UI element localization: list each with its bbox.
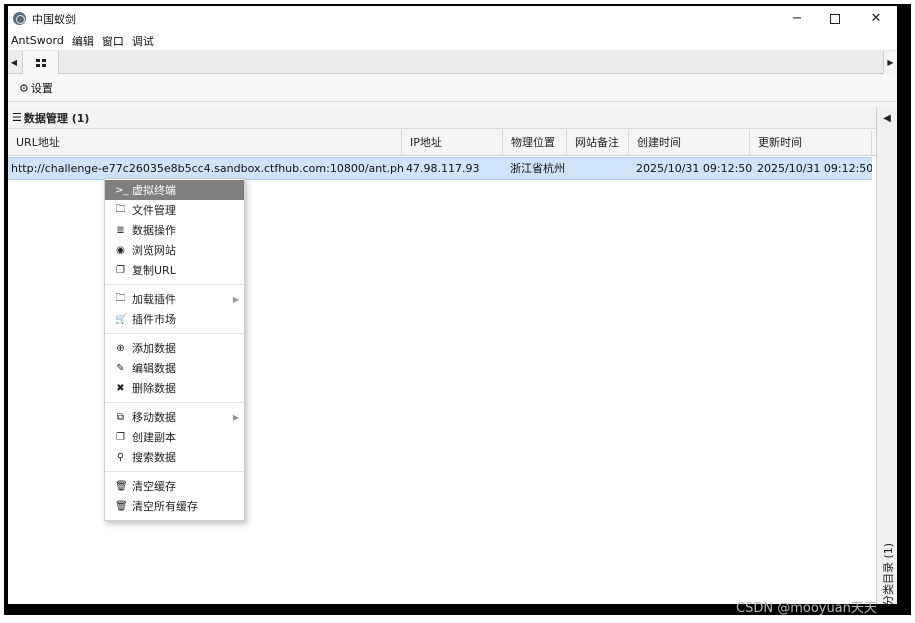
- menu-bar: AntSword 编辑 窗口 调试: [8, 31, 897, 51]
- data-management-header: ☰ 数据管理 (1): [8, 107, 876, 129]
- menu-item-edit-data[interactable]: ✎ 编辑数据: [105, 358, 244, 378]
- menu-separator: [105, 471, 244, 472]
- menu-item-search-data-label: 搜索数据: [132, 451, 176, 464]
- watermark: CSDN @mooyuan天天: [736, 601, 877, 616]
- maximize-icon: [830, 13, 840, 24]
- maximize-button[interactable]: [815, 6, 855, 31]
- cart-icon: 🛒: [115, 313, 128, 325]
- menu-item-clear-all-cache[interactable]: 🗑 清空所有缓存: [105, 496, 244, 516]
- column-header-note[interactable]: 网站备注: [567, 130, 629, 156]
- menu-separator: [105, 333, 244, 334]
- menu-item-terminal-label: 虚拟终端: [132, 184, 176, 197]
- menu-window[interactable]: 窗口: [98, 33, 128, 49]
- menu-item-clear-cache[interactable]: 🗑 清空缓存: [105, 476, 244, 496]
- menu-item-create-copy[interactable]: ❐ 创建副本: [105, 427, 244, 447]
- menu-item-database[interactable]: ≣ 数据操作: [105, 220, 244, 240]
- column-header-ip[interactable]: IP地址: [402, 130, 503, 156]
- menu-item-add-data[interactable]: ⊕ 添加数据: [105, 338, 244, 358]
- column-header-updated[interactable]: 更新时间: [750, 130, 872, 156]
- menu-separator: [105, 284, 244, 285]
- menu-antsword[interactable]: AntSword: [8, 34, 68, 47]
- menu-item-edit-data-label: 编辑数据: [132, 362, 176, 375]
- database-icon: ≣: [116, 224, 125, 236]
- menu-item-browse-site[interactable]: ◉ 浏览网站: [105, 240, 244, 260]
- category-sidebar-label[interactable]: 分类目录 (1): [880, 543, 896, 604]
- minimize-button[interactable]: −: [777, 6, 817, 31]
- tab-home[interactable]: [22, 51, 59, 74]
- menu-item-add-data-label: 添加数据: [132, 342, 176, 355]
- menu-edit[interactable]: 编辑: [68, 33, 98, 49]
- menu-item-load-plugin-label: 加载插件: [132, 293, 176, 306]
- menu-item-create-copy-label: 创建副本: [132, 431, 176, 444]
- screenshot-canvas: 中国蚁剑 − ✕ AntSword 编辑 窗口 调试 ◀ ▶ ⚙ 设置 ☰ 数据…: [0, 0, 915, 623]
- toolbar: ⚙ 设置: [8, 75, 897, 102]
- copy-icon: ❐: [116, 431, 125, 443]
- trash-icon: 🗑: [115, 480, 128, 492]
- grid-header: URL地址 IP地址 物理位置 网站备注 创建时间 更新时间: [8, 130, 876, 156]
- tab-strip: ◀ ▶: [8, 51, 897, 74]
- menu-item-search-data[interactable]: ⚲ 搜索数据: [105, 447, 244, 467]
- antsword-logo-icon: [13, 12, 26, 25]
- folder-icon: 🗀: [115, 292, 126, 304]
- cell-url: http://challenge-e77c26035e8b5cc4.sandbo…: [11, 162, 403, 175]
- window-title: 中国蚁剑: [32, 12, 76, 26]
- move-icon: ⧉: [116, 411, 125, 423]
- close-button[interactable]: ✕: [856, 6, 896, 31]
- plus-circle-icon: ⊕: [116, 342, 125, 354]
- edit-icon: ✎: [116, 362, 125, 374]
- chevron-right-icon: ▶: [232, 294, 239, 304]
- cell-location: 浙江省杭州: [510, 162, 565, 175]
- terminal-icon: >_: [115, 184, 129, 196]
- browser-icon: ◉: [116, 244, 125, 256]
- category-label-text: 分类目录 (1): [882, 542, 895, 604]
- chevron-right-icon: ▶: [232, 412, 239, 422]
- cell-ip: 47.98.117.93: [406, 162, 480, 175]
- menu-item-load-plugin[interactable]: 🗀 加载插件 ▶: [105, 289, 244, 309]
- menu-item-delete-data[interactable]: ✖ 删除数据: [105, 378, 244, 398]
- copy-icon: ❐: [116, 264, 125, 276]
- column-header-created[interactable]: 创建时间: [629, 130, 750, 156]
- menu-item-copy-url-label: 复制URL: [132, 264, 176, 277]
- menu-item-move-data-label: 移动数据: [132, 411, 176, 424]
- grid-icon: [35, 58, 46, 67]
- app-window: 中国蚁剑 − ✕ AntSword 编辑 窗口 调试 ◀ ▶ ⚙ 设置 ☰ 数据…: [8, 6, 897, 604]
- menu-item-delete-data-label: 删除数据: [132, 382, 176, 395]
- table-row[interactable]: http://challenge-e77c26035e8b5cc4.sandbo…: [8, 157, 872, 180]
- folder-icon: 🗀: [115, 203, 126, 215]
- cell-created: 2025/10/31 09:12:50: [636, 162, 752, 175]
- context-menu: >_ 虚拟终端 🗀 文件管理 ≣ 数据操作 ◉ 浏览网站 ❐ 复制URL 🗀 加载插件 ▶ 🛒…: [104, 178, 245, 521]
- section-title: 数据管理 (1): [23, 111, 90, 125]
- tab-scroll-left-icon[interactable]: ◀: [9, 51, 19, 74]
- column-header-url[interactable]: URL地址: [8, 130, 402, 156]
- menu-item-file-manager[interactable]: 🗀 文件管理: [105, 200, 244, 220]
- gear-icon[interactable]: ⚙: [19, 82, 29, 95]
- cell-updated: 2025/10/31 09:12:50: [757, 162, 872, 175]
- menu-item-plugin-market-label: 插件市场: [132, 313, 176, 326]
- title-bar: 中国蚁剑 − ✕: [8, 6, 897, 31]
- menu-separator: [105, 402, 244, 403]
- settings-button[interactable]: 设置: [31, 80, 53, 96]
- menu-item-database-label: 数据操作: [132, 224, 176, 237]
- search-icon: ⚲: [116, 451, 125, 463]
- close-icon: ✖: [116, 382, 125, 394]
- menu-item-browse-site-label: 浏览网站: [132, 244, 176, 257]
- menu-item-terminal[interactable]: >_ 虚拟终端: [105, 180, 244, 200]
- list-icon: ☰: [12, 111, 22, 124]
- menu-item-move-data[interactable]: ⧉ 移动数据 ▶: [105, 407, 244, 427]
- menu-item-clear-all-cache-label: 清空所有缓存: [132, 500, 198, 513]
- menu-item-plugin-market[interactable]: 🛒 插件市场: [105, 309, 244, 329]
- category-sidebar: ◀ 分类目录 (1): [876, 107, 897, 604]
- trash-icon: 🗑: [115, 500, 128, 512]
- menu-debug[interactable]: 调试: [128, 33, 158, 49]
- menu-item-copy-url[interactable]: ❐ 复制URL: [105, 260, 244, 280]
- menu-item-clear-cache-label: 清空缓存: [132, 480, 176, 493]
- tab-scroll-right-icon[interactable]: ▶: [883, 51, 897, 74]
- menu-item-file-manager-label: 文件管理: [132, 204, 176, 217]
- column-header-location[interactable]: 物理位置: [503, 130, 567, 156]
- chevron-left-icon[interactable]: ◀: [877, 111, 897, 125]
